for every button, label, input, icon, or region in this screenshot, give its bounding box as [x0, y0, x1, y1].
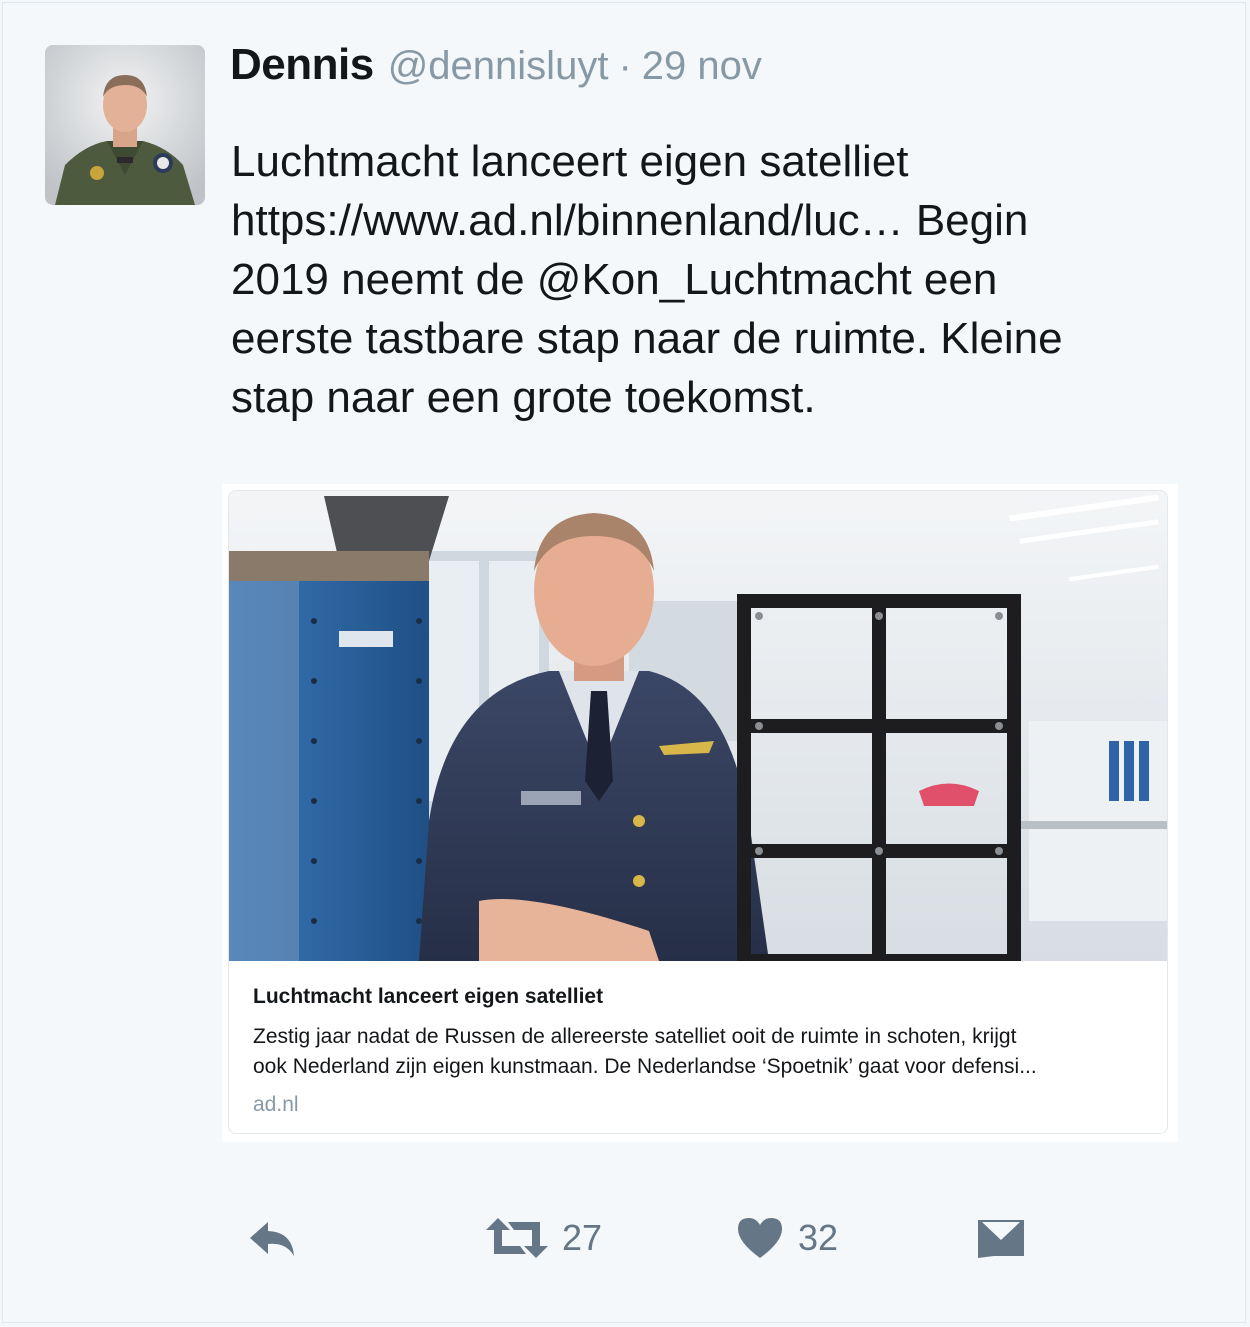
envelope-icon: [978, 1220, 1024, 1258]
link-card-body[interactable]: Luchtmacht lanceert eigen satelliet Zest…: [228, 490, 1168, 1134]
tweet-text: Luchtmacht lanceert eigen satelliet http…: [231, 132, 1221, 427]
card-photo: [229, 491, 1167, 968]
avatar[interactable]: [45, 45, 205, 205]
like-count: 32: [798, 1217, 839, 1258]
tweet-text-line[interactable]: https://www.ad.nl/binnenland/luc… Begin: [231, 191, 1221, 250]
card-title[interactable]: Luchtmacht lanceert eigen satelliet: [253, 985, 603, 1009]
retweet-icon: [486, 1218, 548, 1258]
tweet-text-line: Luchtmacht lanceert eigen satelliet: [231, 137, 909, 186]
tweet-date[interactable]: 29 nov: [642, 44, 762, 89]
card-description-line: ook Nederland zijn eigen kunstmaan. De N…: [253, 1055, 1037, 1078]
link-card[interactable]: Luchtmacht lanceert eigen satelliet Zest…: [222, 484, 1178, 1142]
author-name[interactable]: Dennis: [230, 40, 374, 90]
reply-button[interactable]: [246, 1210, 298, 1266]
reply-icon: [250, 1222, 294, 1256]
tweet-header: Dennis @dennisluyt · 29 nov: [230, 40, 762, 96]
header-separator: ·: [618, 44, 632, 88]
retweet-button[interactable]: 27: [486, 1210, 602, 1266]
card-description-line: Zestig jaar nadat de Russen de allereers…: [253, 1025, 1017, 1048]
retweet-count: 27: [562, 1217, 603, 1258]
heart-icon: [738, 1218, 782, 1258]
direct-message-button[interactable]: [976, 1210, 1026, 1266]
author-handle[interactable]: @dennisluyt: [388, 44, 609, 89]
tweet-text-line: stap naar een grote toekomst.: [231, 373, 816, 422]
tweet-text-line[interactable]: 2019 neemt de @Kon_Luchtmacht een: [231, 250, 1221, 309]
like-button[interactable]: 32: [736, 1210, 838, 1266]
card-description: Zestig jaar nadat de Russen de allereers…: [253, 1022, 1153, 1082]
card-domain: ad.nl: [253, 1093, 299, 1116]
avatar-photo: [45, 45, 205, 205]
tweet-text-line: eerste tastbare stap naar de ruimte. Kle…: [231, 314, 1063, 363]
card-image[interactable]: [229, 491, 1167, 968]
